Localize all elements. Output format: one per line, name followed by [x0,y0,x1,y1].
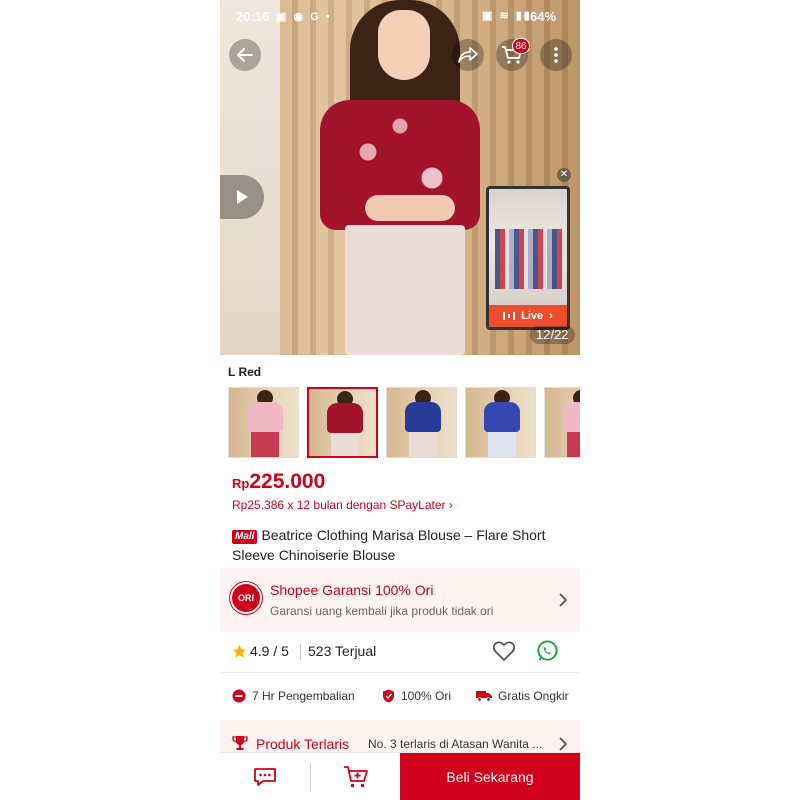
rating-row: 4.9 / 5 523 Terjual [220,632,580,673]
whatsapp-share-icon[interactable] [535,639,560,664]
signal-icons: ▣ ≋ ▮▮ [482,10,532,22]
status-bar: 20:16 ▣ ◉ G • ▣ ≋ ▮▮ 64% [220,0,580,32]
chat-button[interactable] [220,753,310,800]
live-label: Live [521,310,544,322]
chevron-right-icon [559,737,568,751]
installment-link[interactable]: Rp25.386 x 12 bulan dengan SPayLater › [232,498,453,512]
back-arrow-icon [237,48,253,62]
variant-thumb-selected[interactable] [307,387,378,458]
product-title: Mall Beatrice Clothing Marisa Blouse – Fl… [232,525,572,565]
variant-label: L Red [228,365,262,379]
battery-level: 64% [530,9,557,24]
more-vertical-icon [554,47,558,63]
add-cart-icon [343,766,368,788]
product-title-text: Beatrice Clothing Marisa Blouse – Flare … [232,527,546,563]
live-close-button[interactable]: ✕ [557,168,571,182]
heart-icon[interactable] [492,640,516,662]
more-button[interactable] [540,39,572,71]
share-icon [458,47,478,63]
feature-label: Gratis Ongkir [498,689,569,703]
chevron-right-icon [559,593,568,607]
garansi-title: Shopee Garansi 100% Ori [270,582,434,598]
image-counter: 12/22 [530,326,575,344]
product-price: Rp225.000 [232,470,325,494]
chat-icon [254,768,276,786]
back-button[interactable] [229,39,261,71]
truck-icon [476,691,492,702]
variant-thumb[interactable] [544,387,580,458]
play-video-button[interactable] [220,175,264,219]
product-image-carousel[interactable]: 20:16 ▣ ◉ G • ▣ ≋ ▮▮ 64% 86 ✕ Live › 12/… [220,0,580,355]
status-time: 20:16 [236,9,270,24]
bottom-action-bar: Beli Sekarang [220,752,580,800]
share-button[interactable] [452,39,484,71]
variant-thumbnails [228,387,580,459]
ori-badge-icon: ORI [232,584,260,612]
live-bars-icon [503,312,516,320]
feature-ori: 100% Ori [382,689,451,703]
buy-now-button[interactable]: Beli Sekarang [400,753,580,800]
shopee-garansi-banner[interactable]: ORI Shopee Garansi 100% Ori Garansi uang… [220,568,580,632]
play-icon [237,190,248,204]
variant-thumb[interactable] [465,387,536,458]
price-amount: 225.000 [249,470,326,493]
price-currency: Rp [232,476,250,491]
feature-shipping: Gratis Ongkir [476,689,569,703]
feature-return: 7 Hr Pengembalian [232,689,355,703]
feature-label: 100% Ori [401,689,452,703]
chevron-right-icon: › [549,310,553,322]
terlaris-description: No. 3 terlaris di Atasan Wanita ... [368,737,543,751]
trophy-icon [232,736,248,750]
notification-icons: ▣ ◉ G • [276,11,332,23]
mall-badge: Mall [232,530,258,544]
live-tag: Live › [489,305,567,327]
add-to-cart-button[interactable] [311,753,400,800]
return-icon [232,689,246,703]
variant-thumb[interactable] [228,387,299,458]
phone-screen: 20:16 ▣ ◉ G • ▣ ≋ ▮▮ 64% 86 ✕ Live › 12/… [220,0,580,800]
sold-count: 523 Terjual [308,643,377,659]
variant-thumb[interactable] [386,387,457,458]
star-icon [232,644,247,658]
cart-count-badge: 86 [512,38,530,54]
features-row: 7 Hr Pengembalian 100% Ori Gratis Ongkir [220,680,580,714]
live-stream-preview[interactable]: Live › [486,186,570,330]
shield-check-icon [383,689,394,703]
terlaris-title: Produk Terlaris [256,736,350,752]
garansi-subtitle: Garansi uang kembali jika produk tidak o… [270,604,494,618]
divider [300,644,301,660]
rating-value: 4.9 / 5 [250,643,289,659]
feature-label: 7 Hr Pengembalian [252,689,355,703]
